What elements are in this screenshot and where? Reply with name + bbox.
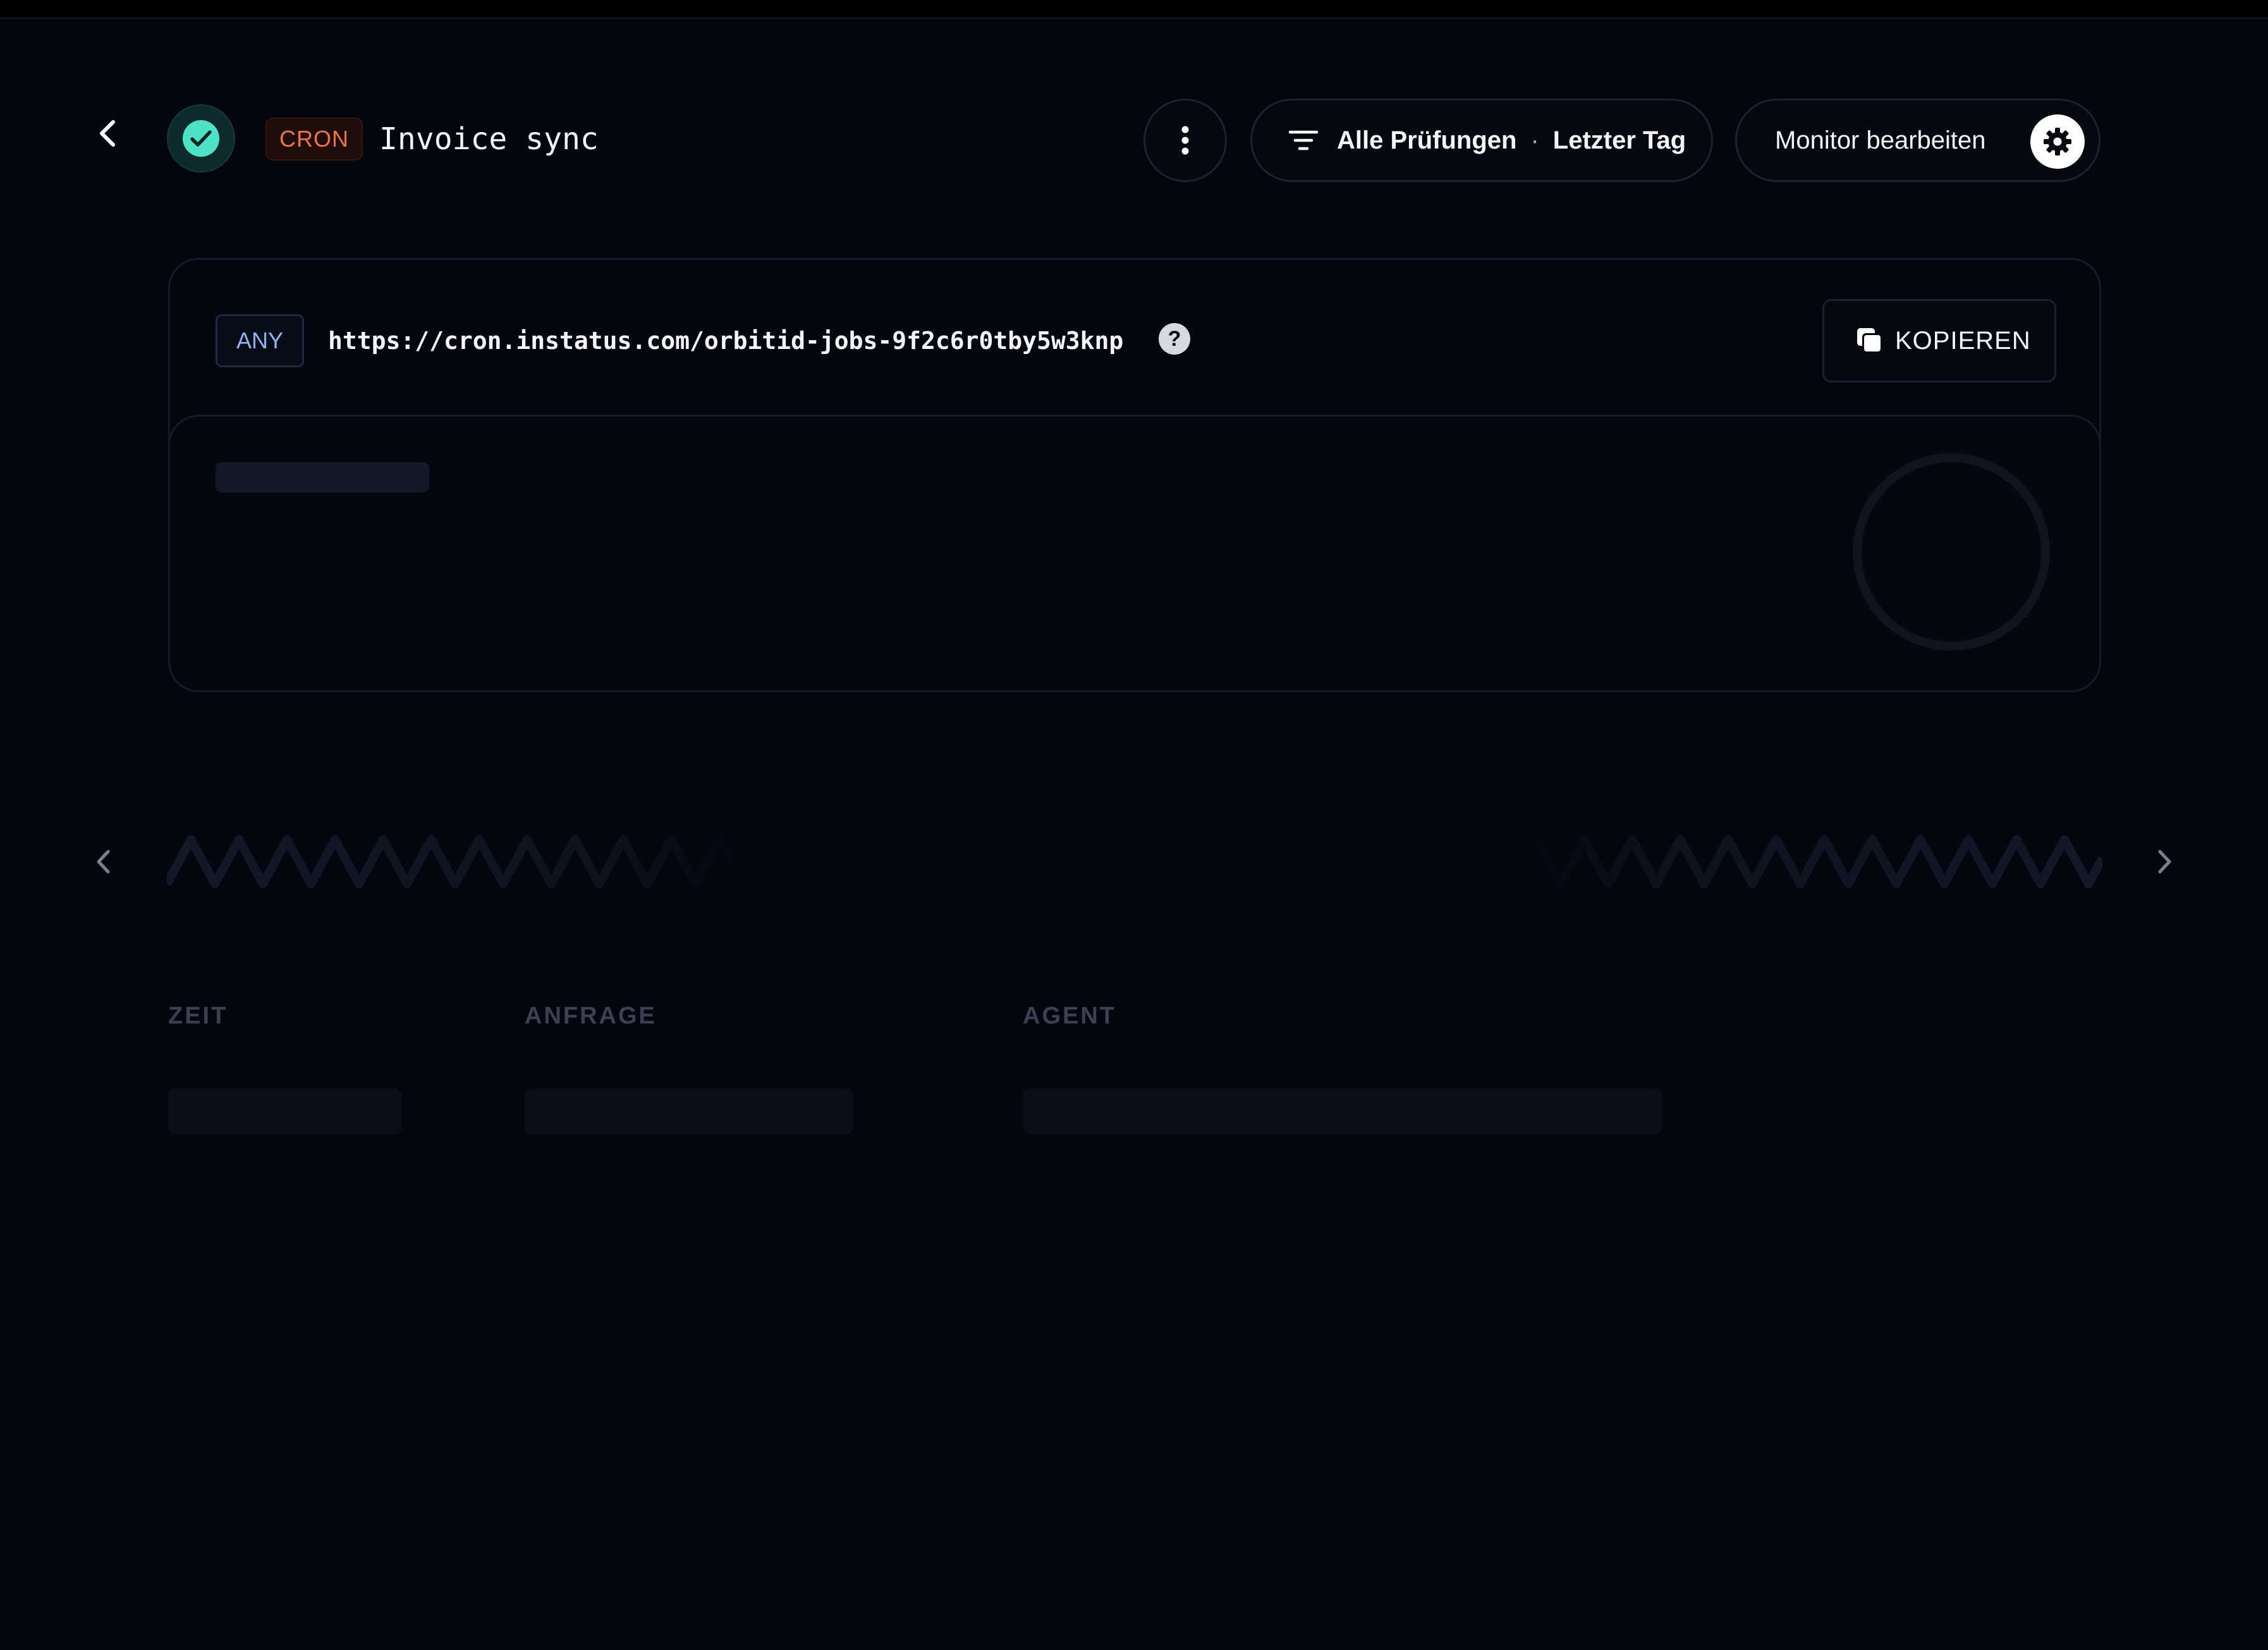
check-circle-icon bbox=[183, 120, 219, 157]
edit-monitor-label: Monitor bearbeiten bbox=[1775, 126, 1986, 154]
loading-placeholder bbox=[216, 462, 429, 492]
monitor-detail-page: CRON Invoice sync Alle Prüfungen · Letzt… bbox=[0, 0, 2268, 1650]
help-icon[interactable]: ? bbox=[1159, 323, 1190, 355]
monitor-type-badge: CRON bbox=[265, 118, 363, 161]
window-top-bar bbox=[0, 0, 2268, 19]
column-header-agent[interactable]: AGENT bbox=[1023, 1003, 1116, 1030]
http-method-badge: ANY bbox=[216, 314, 305, 367]
loading-spinner bbox=[1853, 453, 2050, 651]
filter-checks-label: Alle Prüfungen bbox=[1337, 126, 1517, 154]
table-row-placeholder bbox=[168, 1089, 402, 1134]
chevron-left-icon bbox=[100, 120, 115, 147]
vertical-dots-icon bbox=[1181, 126, 1189, 155]
monitor-title: Invoice sync bbox=[379, 121, 599, 157]
monitor-status-indicator bbox=[167, 104, 235, 173]
endpoint-card: ANY https://cron.instatus.com/orbitid-jo… bbox=[168, 258, 2101, 692]
checks-filter-button[interactable]: Alle Prüfungen · Letzter Tag bbox=[1250, 99, 1713, 182]
timeline-next-button[interactable] bbox=[2143, 840, 2187, 884]
filter-separator: · bbox=[1530, 126, 1539, 154]
edit-monitor-button[interactable]: Monitor bearbeiten bbox=[1735, 99, 2100, 182]
chevron-right-icon bbox=[2158, 850, 2171, 874]
response-chart-panel bbox=[168, 415, 2101, 692]
table-row-placeholder bbox=[1023, 1089, 1662, 1134]
table-row-placeholder bbox=[525, 1089, 853, 1134]
filter-lines-icon bbox=[1289, 130, 1318, 150]
filter-range-label: Letzter Tag bbox=[1552, 126, 1686, 154]
more-options-button[interactable] bbox=[1143, 99, 1227, 182]
back-button[interactable] bbox=[87, 114, 126, 153]
timeline-prev-button[interactable] bbox=[81, 840, 125, 884]
endpoint-url: https://cron.instatus.com/orbitid-jobs-9… bbox=[328, 327, 1124, 355]
check-history-timeline bbox=[167, 835, 2102, 888]
column-header-time[interactable]: ZEIT bbox=[168, 1003, 228, 1030]
gear-icon bbox=[2030, 114, 2085, 169]
copy-icon bbox=[1857, 328, 1882, 353]
chevron-left-icon bbox=[97, 850, 110, 874]
timeline-skeleton-wave bbox=[167, 835, 2102, 888]
copy-button-label: KOPIEREN bbox=[1895, 326, 2031, 355]
column-header-request[interactable]: ANFRAGE bbox=[525, 1003, 657, 1030]
copy-url-button[interactable]: KOPIEREN bbox=[1822, 299, 2056, 382]
